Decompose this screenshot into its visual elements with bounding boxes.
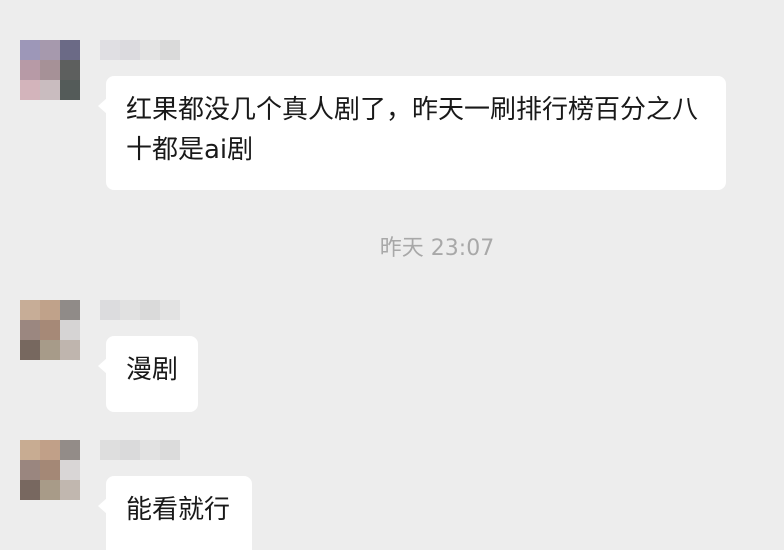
- avatar-pixel: [60, 460, 80, 480]
- avatar-pixel: [40, 300, 60, 320]
- avatar-pixel: [20, 340, 40, 360]
- message-text: 能看就行: [126, 495, 231, 525]
- avatar[interactable]: [20, 40, 80, 100]
- avatar-pixel: [60, 40, 80, 60]
- avatar-pixel: [20, 60, 40, 80]
- avatar-pixel: [60, 340, 80, 360]
- avatar-pixel: [20, 320, 40, 340]
- timestamp: 昨天 23:07: [379, 236, 495, 261]
- avatar-pixel: [60, 320, 80, 340]
- avatar-pixel: [40, 480, 60, 500]
- avatar-pixel: [40, 60, 60, 80]
- message-bubble[interactable]: 漫剧: [98, 336, 198, 412]
- sender-name-blurred: [100, 300, 180, 320]
- avatar-pixel: [60, 60, 80, 80]
- message-bubble[interactable]: 红果都没几个真人剧了，昨天一刷排行榜百分之八十都是ai剧: [98, 76, 726, 190]
- avatar-pixel: [40, 40, 60, 60]
- sender-name-blurred: [100, 40, 180, 60]
- nickname-pixel: [120, 300, 140, 320]
- avatar-pixel: [20, 80, 40, 100]
- nickname-pixel: [100, 40, 120, 60]
- avatar[interactable]: [20, 300, 80, 360]
- avatar-pixel: [40, 460, 60, 480]
- avatar[interactable]: [20, 440, 80, 500]
- avatar-pixel: [20, 460, 40, 480]
- nickname-pixel: [160, 440, 180, 460]
- nickname-pixel: [160, 300, 180, 320]
- nickname-pixel: [140, 40, 160, 60]
- avatar-pixel: [40, 440, 60, 460]
- avatar-pixel: [40, 320, 60, 340]
- nickname-pixel: [120, 440, 140, 460]
- chat-view: 红果都没几个真人剧了，昨天一刷排行榜百分之八十都是ai剧 昨天 23:07 漫剧…: [0, 0, 784, 550]
- message-bubble[interactable]: 能看就行: [98, 476, 252, 550]
- nickname-pixel: [100, 300, 120, 320]
- avatar-pixel: [40, 340, 60, 360]
- avatar-pixel: [20, 440, 40, 460]
- message-text: 漫剧: [126, 355, 179, 385]
- nickname-pixel: [140, 440, 160, 460]
- message-text: 红果都没几个真人剧了，昨天一刷排行榜百分之八十都是ai剧: [126, 95, 699, 165]
- sender-name-blurred: [100, 440, 180, 460]
- avatar-pixel: [60, 300, 80, 320]
- avatar-pixel: [40, 80, 60, 100]
- avatar-pixel: [60, 480, 80, 500]
- nickname-pixel: [100, 440, 120, 460]
- avatar-pixel: [60, 440, 80, 460]
- nickname-pixel: [120, 40, 140, 60]
- nickname-pixel: [160, 40, 180, 60]
- nickname-pixel: [140, 300, 160, 320]
- avatar-pixel: [20, 480, 40, 500]
- avatar-pixel: [20, 40, 40, 60]
- avatar-pixel: [20, 300, 40, 320]
- avatar-pixel: [60, 80, 80, 100]
